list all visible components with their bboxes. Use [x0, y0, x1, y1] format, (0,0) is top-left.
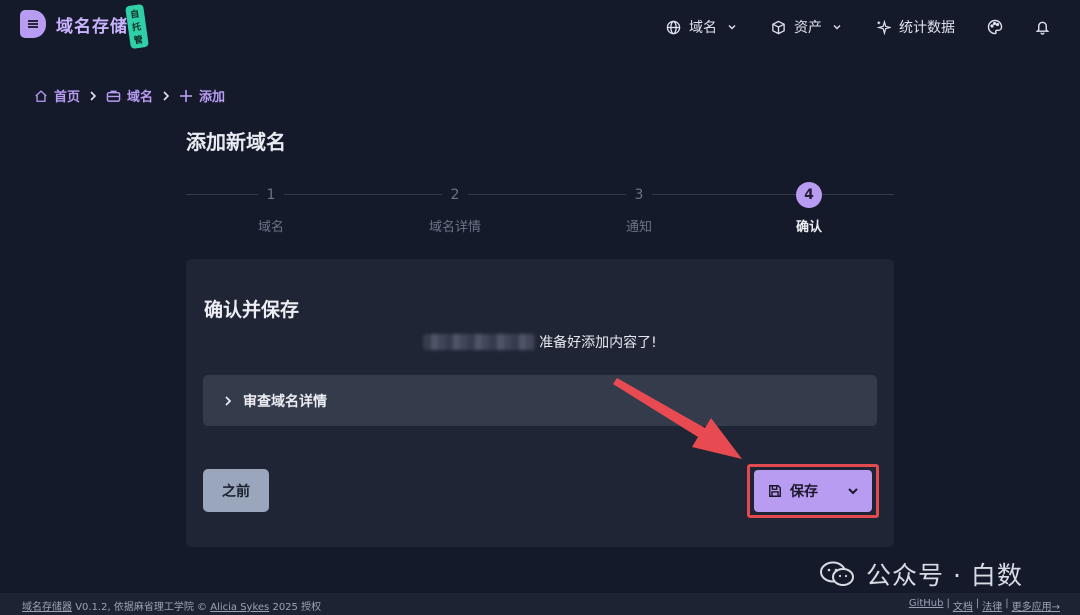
footer-app-link[interactable]: 域名存储器: [22, 602, 72, 613]
globe-icon: [666, 20, 681, 34]
footer-link-legal[interactable]: 法律: [982, 598, 1002, 613]
app-logo-icon: [20, 10, 46, 38]
briefcase-icon: [106, 90, 121, 102]
footer-author-link[interactable]: Alicia Sykes: [210, 602, 269, 613]
step-number: 2: [442, 182, 468, 208]
footer-year: 2025 授权: [272, 602, 322, 613]
breadcrumb-home-label: 首页: [54, 90, 81, 105]
nav-assets-menu[interactable]: 资产: [771, 17, 842, 37]
footer-links: GitHub | 文档 | 法律 | 更多应用→: [909, 598, 1060, 613]
step-label: 域名详情: [428, 220, 481, 235]
nav-domains-menu[interactable]: 域名: [666, 17, 737, 37]
ready-text: 准备好添加内容了!: [539, 335, 657, 351]
brand[interactable]: 域名存储器 自托管: [20, 3, 149, 50]
card-title: 确认并保存: [204, 299, 300, 321]
stepper: 1 域名 2 域名详情 3 通知 4 确认: [186, 182, 894, 242]
step-domain[interactable]: 1 域名: [211, 182, 331, 235]
confirm-card: 确认并保存 准备好添加内容了! 审查域名详情 之前 保存: [186, 259, 894, 547]
breadcrumb-domains-label: 域名: [127, 90, 154, 105]
review-details-label: 审查域名详情: [243, 393, 327, 410]
breadcrumb-domains[interactable]: 域名: [106, 86, 153, 105]
footer-separator: |: [946, 598, 950, 609]
step-notifications[interactable]: 3 通知: [579, 182, 699, 235]
footer-link-github[interactable]: GitHub: [909, 598, 944, 613]
top-navbar: 域名存储器 自托管 域名 资产 统计数据: [0, 0, 1080, 56]
nav-stats-label: 统计数据: [899, 20, 955, 36]
footer-version: V0.1.2,: [75, 602, 111, 613]
footer-separator: |: [1005, 598, 1009, 609]
plus-icon: [180, 89, 193, 102]
step-number: 1: [258, 182, 284, 208]
chevron-right-icon: [88, 90, 98, 102]
step-label: 确认: [795, 220, 822, 235]
page-title: 添加新域名: [186, 130, 286, 154]
chevron-down-icon: [728, 25, 736, 30]
footer-copyright: 域名存储器 V0.1.2, 依据麻省理工学院 © Alicia Sykes 20…: [22, 598, 321, 613]
step-label: 域名: [257, 220, 284, 235]
footer-separator: |: [975, 598, 980, 609]
home-icon: [35, 89, 47, 102]
footer-link-more-apps[interactable]: 更多应用→: [1012, 598, 1060, 613]
breadcrumb: 首页 域名 添加: [34, 86, 225, 105]
breadcrumb-add: 添加: [179, 86, 225, 105]
sparkle-icon: [876, 19, 891, 35]
blurred-domain-name: [423, 334, 536, 350]
bell-icon: [1035, 21, 1050, 35]
wechat-icon: [820, 561, 854, 586]
watermark-text: 公众号 · 白数: [866, 561, 1023, 590]
breadcrumb-add-label: 添加: [199, 90, 226, 105]
watermark: 公众号 · 白数: [818, 556, 1023, 592]
review-details-expander[interactable]: 审查域名详情: [203, 375, 877, 426]
theme-button[interactable]: [987, 19, 1003, 35]
nav-stats-link[interactable]: 统计数据: [876, 17, 955, 37]
chevron-down-icon[interactable]: [846, 484, 860, 498]
notifications-button[interactable]: [1035, 19, 1050, 35]
step-domain-details[interactable]: 2 域名详情: [395, 182, 515, 235]
footer: 域名存储器 V0.1.2, 依据麻省理工学院 © Alicia Sykes 20…: [0, 593, 1080, 615]
palette-icon: [987, 19, 1003, 35]
nav-right: 域名 资产 统计数据: [632, 17, 1050, 37]
breadcrumb-home[interactable]: 首页: [34, 86, 80, 105]
chevron-down-icon: [833, 25, 841, 30]
step-number: 3: [626, 182, 652, 208]
footer-license: 依据麻省理工学院 ©: [113, 602, 208, 613]
save-icon: [768, 484, 782, 498]
cube-icon: [772, 20, 785, 34]
previous-button[interactable]: 之前: [203, 469, 269, 512]
chevron-right-icon: [161, 90, 171, 102]
page: 域名存储器 自托管 域名 资产 统计数据 首页 域名 添加 添加新域名 1 域名…: [0, 0, 1080, 615]
ready-message: 准备好添加内容了!: [186, 332, 894, 352]
chevron-right-icon: [225, 395, 232, 406]
nav-domains-label: 域名: [689, 20, 717, 36]
nav-assets-label: 资产: [794, 20, 822, 36]
step-number: 4: [796, 182, 822, 208]
save-button[interactable]: 保存: [754, 470, 872, 512]
footer-link-docs[interactable]: 文档: [953, 598, 973, 613]
step-label: 通知: [625, 220, 652, 235]
step-confirm[interactable]: 4 确认: [749, 182, 869, 235]
save-button-label: 保存: [790, 484, 818, 500]
